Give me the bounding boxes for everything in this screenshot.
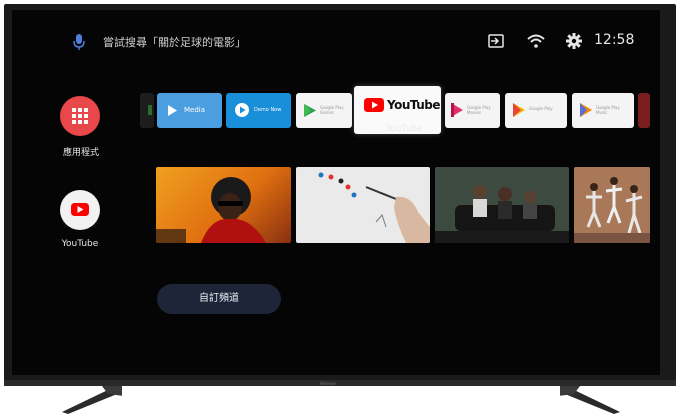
youtube-app-label: YouTube <box>61 239 99 249</box>
apps-button[interactable] <box>60 96 100 136</box>
apps-grid-icon <box>72 108 88 124</box>
play-icon <box>168 105 177 116</box>
customize-channels-button[interactable]: 自訂頻道 <box>157 284 281 314</box>
partial-channel-tile-right[interactable] <box>638 93 650 128</box>
youtube-app-button[interactable] <box>60 190 100 230</box>
wifi-icon[interactable] <box>527 33 545 49</box>
youtube-logo-icon <box>364 98 384 112</box>
google-play-games-tile[interactable]: Google Play Games <box>296 93 352 128</box>
video-thumbnail-3-image <box>435 167 569 243</box>
video-thumbnail-1[interactable] <box>156 167 291 243</box>
partial-channel-tile[interactable] <box>140 93 154 128</box>
media-label: Media <box>184 106 206 114</box>
video-thumbnail-2[interactable] <box>296 167 430 243</box>
input-source-icon[interactable] <box>488 34 504 48</box>
demo-play-circle-icon <box>235 103 249 117</box>
games-label-line2: Games <box>320 110 334 115</box>
demo-now-label: Demo Now <box>254 107 282 113</box>
media-channel-tile[interactable]: Media <box>157 93 222 128</box>
google-play-music-tile[interactable]: Google Play Music <box>572 93 634 128</box>
play-store-label: Google Play <box>529 106 553 111</box>
mic-icon[interactable] <box>72 34 86 50</box>
play-music-icon <box>580 103 592 117</box>
google-play-store-tile[interactable]: Google Play <box>505 93 567 128</box>
clock: 12:58 <box>594 32 635 48</box>
gear-icon[interactable] <box>566 33 582 49</box>
demo-now-channel-tile[interactable]: Demo Now <box>226 93 291 128</box>
search-hint[interactable]: 嘗試搜尋「關於足球的電影」 <box>103 34 246 50</box>
movies-label-line2: Movies <box>467 110 481 115</box>
tv-stand-right <box>560 386 620 414</box>
video-thumbnail-4[interactable] <box>574 167 650 243</box>
youtube-play-icon <box>71 203 89 216</box>
play-games-icon <box>304 104 316 117</box>
tv-stand-left <box>62 386 122 414</box>
youtube-wordmark: YouTube <box>387 98 441 112</box>
brand-logo: Hisense <box>320 381 336 386</box>
video-thumbnail-1-image <box>156 177 266 243</box>
play-store-icon <box>513 103 525 117</box>
play-movies-icon <box>451 103 463 117</box>
music-label-line2: Music <box>596 110 608 115</box>
apps-label: 應用程式 <box>62 148 99 158</box>
video-thumbnail-4-image <box>574 167 650 243</box>
google-play-movies-tile[interactable]: Google Play Movies <box>445 93 500 128</box>
video-thumbnail-2-image <box>318 172 430 243</box>
video-thumbnail-3[interactable] <box>435 167 569 243</box>
youtube-tile-caption: YouTube <box>386 124 423 134</box>
